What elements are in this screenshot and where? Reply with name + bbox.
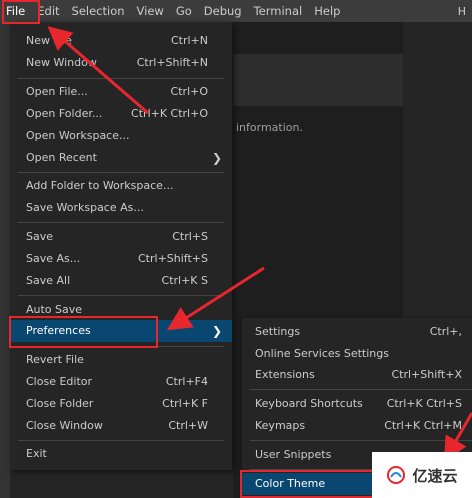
menu-separator xyxy=(250,440,472,441)
welcome-panel xyxy=(233,54,403,106)
menu-item-label: New File xyxy=(26,34,72,47)
menu-item-open-file[interactable]: Open File... Ctrl+O xyxy=(10,81,232,103)
menu-separator xyxy=(18,78,224,79)
menu-separator xyxy=(18,222,224,223)
menu-item-exit[interactable]: Exit xyxy=(10,443,232,465)
menu-item-shortcut: Ctrl+K Ctrl+O xyxy=(131,107,208,120)
menu-item-save[interactable]: Save Ctrl+S xyxy=(10,226,232,248)
submenu-item-extensions[interactable]: Extensions Ctrl+Shift+X xyxy=(242,364,472,386)
menu-item-shortcut: Ctrl+N xyxy=(170,34,208,47)
menu-item-shortcut: Ctrl+K Ctrl+S xyxy=(386,397,462,410)
menu-item-label: Open File... xyxy=(26,85,88,98)
info-text-fragment: information. xyxy=(236,121,303,134)
menu-terminal[interactable]: Terminal xyxy=(248,0,309,22)
menu-help[interactable]: Help xyxy=(308,0,346,22)
menu-item-label: Settings xyxy=(255,325,301,338)
menu-item-label: Save Workspace As... xyxy=(26,201,144,214)
menu-item-label: Open Workspace... xyxy=(26,129,130,142)
window-title-fragment: H xyxy=(457,4,466,18)
menu-item-label: Keymaps xyxy=(255,419,306,432)
menu-item-add-folder-to-workspace[interactable]: Add Folder to Workspace... xyxy=(10,175,232,197)
menu-item-label: Color Theme xyxy=(255,477,326,490)
menu-item-shortcut: Ctrl+K F xyxy=(162,397,208,410)
menu-item-save-workspace-as[interactable]: Save Workspace As... xyxy=(10,197,232,219)
menu-item-save-as[interactable]: Save As... Ctrl+Shift+S xyxy=(10,248,232,270)
menu-item-shortcut: Ctrl+F4 xyxy=(165,375,208,388)
chevron-right-icon: ❯ xyxy=(211,151,222,165)
menu-item-label: Save xyxy=(26,230,54,243)
menu-item-shortcut: Ctrl+Shift+N xyxy=(136,56,208,69)
menu-item-shortcut: Ctrl+K Ctrl+M xyxy=(384,419,462,432)
file-menu: New File Ctrl+N New Window Ctrl+Shift+N … xyxy=(10,22,232,470)
menu-item-label: Extensions xyxy=(255,368,315,381)
menu-item-label: Exit xyxy=(26,447,47,460)
menu-item-label: Preferences xyxy=(26,324,91,337)
menu-item-shortcut: Ctrl+S xyxy=(172,230,208,243)
menu-item-label: Close Folder xyxy=(26,397,94,410)
menu-item-label: Save As... xyxy=(26,252,81,265)
menu-selection[interactable]: Selection xyxy=(66,0,131,22)
menu-item-shortcut: Ctrl+K S xyxy=(161,274,208,287)
submenu-item-settings[interactable]: Settings Ctrl+, xyxy=(242,321,472,343)
menu-item-label: Open Recent xyxy=(26,151,97,164)
submenu-item-online-services-settings[interactable]: Online Services Settings xyxy=(242,343,472,365)
menu-item-open-recent[interactable]: Open Recent ❯ xyxy=(10,147,232,169)
menu-item-open-folder[interactable]: Open Folder... Ctrl+K Ctrl+O xyxy=(10,103,232,125)
menu-item-new-file[interactable]: New File Ctrl+N xyxy=(10,30,232,52)
submenu-item-keymaps[interactable]: Keymaps Ctrl+K Ctrl+M xyxy=(242,415,472,437)
menu-item-label: New Window xyxy=(26,56,97,69)
submenu-item-keyboard-shortcuts[interactable]: Keyboard Shortcuts Ctrl+K Ctrl+S xyxy=(242,393,472,415)
menu-item-revert-file[interactable]: Revert File xyxy=(10,349,232,371)
side-panel xyxy=(403,22,472,332)
menu-item-auto-save[interactable]: Auto Save xyxy=(10,299,232,321)
menu-item-shortcut: Ctrl+Shift+X xyxy=(391,368,462,381)
menu-item-close-editor[interactable]: Close Editor Ctrl+F4 xyxy=(10,371,232,393)
menu-item-open-workspace[interactable]: Open Workspace... xyxy=(10,125,232,147)
menu-go[interactable]: Go xyxy=(170,0,198,22)
menu-edit[interactable]: Edit xyxy=(31,0,65,22)
menu-separator xyxy=(18,440,224,441)
menu-item-label: User Snippets xyxy=(255,448,332,461)
menu-item-close-folder[interactable]: Close Folder Ctrl+K F xyxy=(10,393,232,415)
menu-file[interactable]: File xyxy=(0,0,31,22)
menu-bar: File Edit Selection View Go Debug Termin… xyxy=(0,0,472,22)
menu-item-label: Revert File xyxy=(26,353,84,366)
menu-item-label: Open Folder... xyxy=(26,107,103,120)
menu-item-label: Online Services Settings xyxy=(255,347,389,360)
chevron-right-icon: ❯ xyxy=(211,324,222,338)
menu-item-label: Close Editor xyxy=(26,375,93,388)
menu-item-label: Add Folder to Workspace... xyxy=(26,179,174,192)
menu-item-new-window[interactable]: New Window Ctrl+Shift+N xyxy=(10,52,232,74)
menu-item-preferences[interactable]: Preferences ❯ xyxy=(10,320,232,342)
menu-item-close-window[interactable]: Close Window Ctrl+W xyxy=(10,415,232,437)
watermark-text: 亿速云 xyxy=(412,466,458,485)
activity-bar xyxy=(0,22,10,498)
menu-item-label: Keyboard Shortcuts xyxy=(255,397,363,410)
menu-separator xyxy=(250,389,472,390)
cloud-logo-icon xyxy=(387,466,406,484)
menu-item-label: Close Window xyxy=(26,419,103,432)
menu-item-shortcut: Ctrl+, xyxy=(429,325,462,338)
watermark-logo: 亿速云 xyxy=(372,452,472,498)
menu-debug[interactable]: Debug xyxy=(198,0,248,22)
menu-item-label: Auto Save xyxy=(26,303,83,316)
menu-item-save-all[interactable]: Save All Ctrl+K S xyxy=(10,270,232,292)
menu-item-label: Save All xyxy=(26,274,71,287)
menu-separator xyxy=(18,346,224,347)
menu-item-shortcut: Ctrl+W xyxy=(168,419,208,432)
menu-separator xyxy=(18,295,224,296)
menu-separator xyxy=(18,172,224,173)
menu-item-shortcut: Ctrl+O xyxy=(170,85,208,98)
menu-item-shortcut: Ctrl+Shift+S xyxy=(138,252,208,265)
menu-view[interactable]: View xyxy=(131,0,170,22)
